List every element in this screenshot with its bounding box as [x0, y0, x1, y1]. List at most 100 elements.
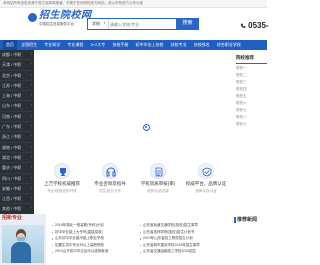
banner-carousel[interactable] [34, 50, 230, 160]
recommended-news-panel: 推荐新闻 [232, 216, 267, 265]
hotline: 0535- [240, 22, 269, 30]
feature-title: 权威平台，品牌认证 [185, 181, 227, 186]
recommended-news-heading: 推荐新闻 [237, 217, 258, 223]
top-notice-text: 本网站所有信息来源于官方及新闻报道，不属于任何院校官方网站，请以学校官方公布为准 [3, 1, 143, 5]
chevron-right-icon: › [30, 124, 32, 129]
search-input[interactable] [110, 20, 174, 28]
search-scope-select[interactable]: 学校 ▼ [90, 19, 109, 29]
sidebar-item[interactable]: 河南 / 中职 › [0, 112, 34, 123]
feature-subtitle: 专业/校园/资历/环境 [47, 189, 77, 193]
sidebar-item[interactable]: 山东 / 中职 › [0, 101, 34, 112]
divider [236, 63, 267, 64]
chevron-right-icon: › [30, 52, 32, 56]
sidebar-item[interactable]: 安徽 / 中职 › [0, 184, 34, 195]
featured-majors-heading: 招新专业 [2, 215, 23, 221]
photo-mask [17, 237, 25, 241]
headset-icon [102, 163, 118, 179]
chevron-right-icon: › [30, 72, 32, 77]
sidebar-item[interactable]: 江西 / 中职 › [0, 194, 34, 205]
chevron-right-icon: › [30, 206, 32, 211]
sidebar-item-label: 四川 / 中职 [2, 175, 22, 181]
search-box: 学校 ▼ 搜索 [87, 18, 199, 30]
chevron-right-icon: › [30, 62, 32, 67]
sidebar-item-label: 上海 / 中职 [2, 93, 22, 99]
chevron-down-icon: ▼ [103, 21, 106, 25]
sidebar-item[interactable]: 江苏 / 中职 › [0, 81, 34, 92]
loading-spinner-icon [143, 124, 150, 131]
nav-item-vocational[interactable]: 综合职业学校 [214, 40, 244, 50]
sidebar-item[interactable]: 四川 / 中职 › [0, 174, 34, 184]
sidebar-item[interactable]: 湖南 / 中职 › [0, 143, 34, 153]
sidebar-item[interactable]: 北京 / 中职 › [0, 71, 34, 81]
sidebar-item[interactable]: 广东 / 中职 › [0, 122, 34, 133]
recommend-title: 院校推荐 [236, 55, 254, 60]
logo-mark-icon [28, 13, 37, 22]
sidebar-item[interactable]: 天津 / 中职 › [0, 60, 34, 71]
sidebar-item-label: 北京 / 中职 [2, 72, 22, 78]
main-nav: 首页 全国招生 专业知识 专业课程 3+2大专 技校手册 初中毕业上技校 技校专… [0, 40, 267, 50]
sidebar-item-label: 湖南 / 中职 [2, 144, 22, 150]
photo-body [11, 242, 31, 263]
nav-item-major-knowledge[interactable]: 专业知识 [41, 40, 63, 50]
search-button[interactable]: 搜索 [176, 18, 199, 30]
chevron-right-icon: › [30, 165, 32, 170]
chevron-right-icon: › [30, 144, 32, 149]
sidebar-item-label: 天津 / 中职 [2, 62, 22, 68]
nav-item-junior-to-tech[interactable]: 初中毕业上技校 [133, 40, 167, 50]
site-header: 招生院校网 中国招生信息服务平台 学校 ▼ 搜索 0535- [0, 8, 269, 38]
section-marker [234, 217, 236, 223]
news-item[interactable]: 2019山东初中毕业后可以选择就读 [52, 250, 134, 257]
phone-icon [240, 23, 246, 28]
chevron-right-icon: › [30, 82, 32, 87]
feature-strip: 上万学校权威推荐 专业/校园/资历/环境 专业咨询及指导 招生/就业/升学 学校… [34, 160, 230, 206]
feature-title: 上万学校权威推荐 [44, 181, 80, 186]
news-item[interactable]: 山东省交通运输技工学校2019招生 [140, 250, 230, 257]
feature-title: 专业咨询及指导 [94, 181, 126, 186]
top-notice-bar: 本网站所有信息来源于官方及新闻报道，不属于任何院校官方网站，请以学校官方公布为准 [0, 0, 267, 8]
sidebar-item[interactable]: 浙江 / 中职 › [0, 132, 34, 143]
nurse-photo [2, 225, 44, 263]
sidebar-item-label: 其他 / 中职 [2, 206, 22, 212]
chevron-right-icon: › [30, 103, 32, 108]
news-list-left: 2019年湖北一般高职(专科)计划 初中毕业能上大专吗(直接招收) 山东初中毕业… [52, 223, 134, 257]
recommend-list: 院校一 院校二 院校三 院校四 院校五 院校六 院校七 院校八 院校九 [236, 66, 247, 130]
feature-card[interactable]: 专业咨询及指导 招生/就业/升学 [88, 163, 132, 203]
feature-card[interactable]: 权威平台，品牌认证 品牌/平台/认证 [184, 163, 228, 203]
logo-tagline: 中国招生信息服务平台 [39, 22, 74, 26]
chevron-right-icon: › [30, 154, 32, 159]
news-list-right: 山东省轨道交通学校(技校)招生简章 山东省技师学院(技校)招生计划书 2019年… [140, 223, 230, 257]
nav-item-courses[interactable]: 专业课程 [64, 40, 86, 50]
chevron-right-icon: › [30, 134, 32, 139]
feature-card[interactable]: 学校资质审核(审) 资质/认证/质量 [136, 163, 180, 203]
feature-card[interactable]: 上万学校权威推荐 专业/校园/资历/环境 [40, 163, 84, 203]
sidebar-item-label: 河南 / 中职 [2, 113, 22, 119]
logo-name: 招生院校网 [39, 10, 92, 21]
sidebar-item[interactable]: 成都 / 中职 › [0, 50, 34, 61]
chevron-right-icon: › [30, 93, 32, 98]
nav-item-handbook[interactable]: 技校手册 [109, 40, 131, 50]
nav-item-national[interactable]: 全国招生 [18, 40, 40, 50]
sidebar-item-label: 广东 / 中职 [2, 124, 22, 130]
search-scope-label: 学校 [92, 21, 100, 26]
nav-item-tech-majors[interactable]: 技校专业 [168, 40, 190, 50]
trophy-icon [54, 163, 70, 179]
sidebar-item[interactable]: 上海 / 中职 › [0, 91, 34, 102]
chevron-right-icon: › [30, 185, 32, 190]
sidebar-item-label: 山东 / 中职 [2, 103, 22, 109]
sidebar-item[interactable]: 重庆 / 中职 › [0, 163, 34, 174]
nav-item-ranking[interactable]: 技校排名 [191, 40, 213, 50]
sidebar-item-label: 江西 / 中职 [2, 196, 22, 202]
chevron-right-icon: › [30, 175, 32, 180]
feature-title: 学校资质审核(审) [140, 181, 176, 186]
sidebar-item[interactable]: 湖北 / 中职 › [0, 153, 34, 164]
sidebar-item-label: 江苏 / 中职 [2, 82, 22, 88]
nav-item-3plus2[interactable]: 3+2大专 [88, 40, 109, 50]
chevron-right-icon: › [30, 196, 32, 201]
list-item[interactable]: 院校九 [236, 122, 247, 130]
sidebar-item-label: 重庆 / 中职 [2, 165, 22, 171]
chevron-right-icon: › [30, 113, 32, 118]
featured-majors-panel[interactable]: 招新专业 [0, 214, 46, 265]
nav-item-home[interactable]: 首页 [3, 40, 17, 50]
site-logo[interactable]: 招生院校网 中国招生信息服务平台 [28, 11, 91, 35]
sidebar-item-label: 湖北 / 中职 [2, 154, 22, 160]
